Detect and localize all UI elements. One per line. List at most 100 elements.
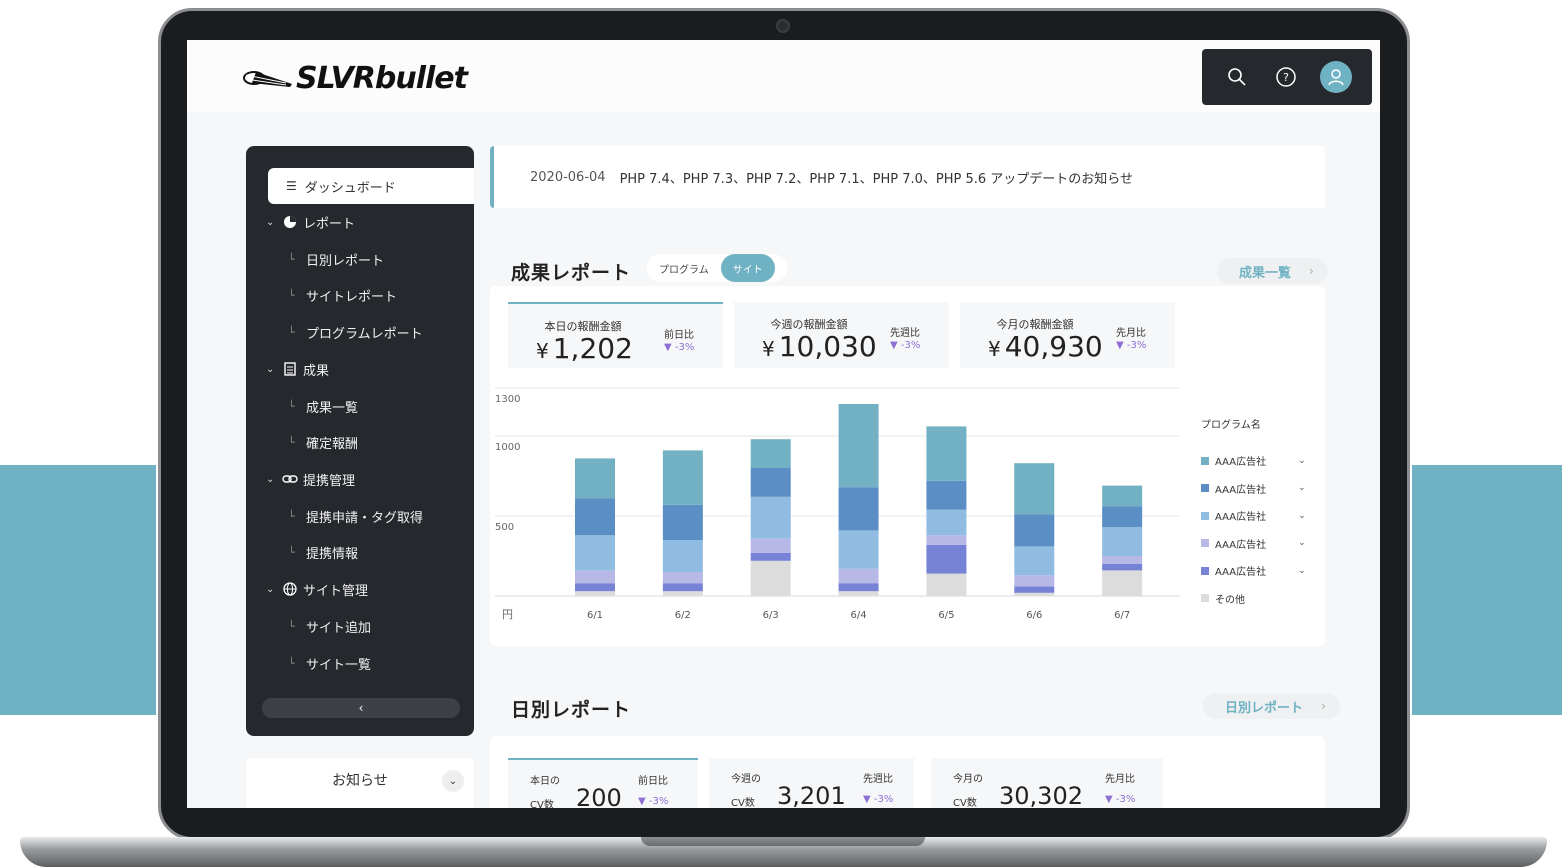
tree-branch-icon: └ (288, 288, 295, 302)
legend-swatch (1201, 594, 1209, 603)
legend-item[interactable]: AAA広告社 ⌄ (1201, 557, 1321, 585)
bar-segment (1102, 570, 1143, 596)
chevron-down-icon[interactable]: ⌄ (1298, 566, 1306, 576)
toggle-site[interactable]: サイト (720, 254, 775, 282)
logo[interactable]: SLVRbullet (242, 58, 468, 98)
legend-item[interactable]: AAA広告社 ⌄ (1201, 447, 1321, 475)
sidebar-item-confirmed-reward[interactable]: └ 確定報酬 (288, 430, 358, 454)
decorative-block-right (1412, 465, 1562, 715)
chevron-down-icon[interactable]: ⌄ (1298, 456, 1306, 466)
tree-branch-icon: └ (288, 619, 295, 633)
sidebar-item-daily-report[interactable]: └ 日別レポート (288, 247, 384, 271)
bar-segment (750, 538, 791, 553)
legend-label: AAA広告社 (1215, 457, 1267, 469)
user-avatar[interactable] (1320, 61, 1353, 93)
help-icon[interactable]: ? (1271, 62, 1301, 92)
kpi-delta: ▼ -3% (1116, 340, 1147, 351)
kpi-label: 今週の (731, 774, 761, 785)
chevron-down-icon[interactable]: ⌄ (1298, 511, 1306, 521)
kpi-today-cv[interactable]: 本日の CV数 200 前日比 ▼ -3% (508, 758, 698, 808)
search-icon[interactable] (1222, 62, 1252, 92)
announcement-bar[interactable]: 2020-06-04 PHP 7.4、PHP 7.3、PHP 7.2、PHP 7… (490, 146, 1325, 208)
sidebar-item-dashboard[interactable]: ☰ ダッシュボード (268, 168, 474, 204)
kpi-value: ¥10,030 (762, 330, 877, 363)
sidebar-item-label: サイト一覧 (306, 657, 372, 673)
toggle-program[interactable]: プログラム (647, 254, 721, 282)
sidebar-item-results-list[interactable]: └ 成果一覧 (288, 394, 358, 418)
bar-segment (838, 568, 879, 584)
announcement-text[interactable]: PHP 7.4、PHP 7.3、PHP 7.2、PHP 7.1、PHP 7.0、… (620, 168, 1133, 187)
kpi-label: 今月の (953, 774, 983, 785)
sidebar-item-site-list[interactable]: └ サイト一覧 (288, 651, 371, 675)
tree-branch-icon: └ (288, 399, 295, 413)
sidebar-item-site-add[interactable]: └ サイト追加 (288, 614, 371, 638)
sidebar-collapse-button[interactable]: ‹ (262, 698, 460, 718)
chevron-down-icon[interactable]: ⌄ (1298, 538, 1306, 548)
link-icon (280, 474, 300, 484)
bar-segment (838, 487, 879, 531)
sidebar-group-results[interactable]: ⌄ 成果 (266, 357, 329, 381)
kpi-week-cv[interactable]: 今週の CV数 3,201 先週比 ▼ -3% (709, 758, 914, 808)
kpi-cv-label: CV数 (953, 798, 977, 808)
chevron-down-icon: ⌄ (266, 473, 275, 485)
sidebar-item-program-report[interactable]: └ プログラムレポート (288, 320, 423, 344)
legend-item[interactable]: その他 (1201, 585, 1321, 613)
bar-segment (1014, 586, 1055, 593)
legend-item[interactable]: AAA広告社 ⌄ (1201, 530, 1321, 558)
sidebar-group-label: サイト管理 (303, 583, 369, 599)
sidebar-group-partnership[interactable]: ⌄ 提携管理 (266, 467, 355, 491)
sidebar-item-label: 日別レポート (306, 253, 385, 269)
chevron-down-icon: ⌄ (266, 216, 275, 228)
menu-lines-icon: ☰ (286, 179, 297, 193)
bar-segment (838, 404, 879, 488)
x-tick-label: 6/5 (938, 610, 954, 621)
kpi-week-reward[interactable]: 今週の報酬金額 ¥10,030 先週比 ▼ -3% (734, 302, 949, 368)
chevron-down-icon: ⌄ (266, 583, 275, 595)
results-list-link[interactable]: 成果一覧 › (1217, 258, 1328, 284)
bar-segment (1102, 485, 1143, 507)
tree-branch-icon: └ (288, 545, 295, 559)
daily-report-link[interactable]: 日別レポート › (1203, 693, 1340, 719)
bullet-logo-icon (243, 71, 292, 87)
bar-segment (575, 535, 615, 571)
legend-item[interactable]: AAA広告社 ⌄ (1201, 475, 1321, 503)
bar-segment (838, 591, 879, 596)
sidebar-item-label: サイトレポート (306, 289, 398, 305)
kpi-month-reward[interactable]: 今月の報酬金額 ¥40,930 先月比 ▼ -3% (960, 302, 1175, 368)
chevron-down-icon[interactable]: ⌄ (1298, 483, 1306, 493)
legend-swatch (1201, 539, 1209, 548)
stacked-bar-chart: 1300 1000 500 円 6/1 6/2 6/3 6/4 6/5 6/6 6/7 (495, 387, 1180, 621)
user-icon (1328, 69, 1345, 86)
y-tick-label: 1300 (495, 394, 520, 405)
sidebar-group-site-management[interactable]: ⌄ サイト管理 (266, 577, 368, 601)
legend-item[interactable]: AAA広告社 ⌄ (1201, 502, 1321, 530)
bar-segment (575, 458, 615, 499)
sidebar-group-report[interactable]: ⌄ レポート (266, 210, 355, 234)
bar-segment (750, 439, 791, 468)
pie-chart-icon (280, 215, 300, 229)
bar-segment (926, 535, 967, 545)
tree-branch-icon: └ (288, 325, 295, 339)
x-tick-label: 6/2 (675, 610, 691, 621)
bar-segment (1014, 463, 1055, 515)
sidebar-item-partnership-info[interactable]: └ 提携情報 (288, 540, 358, 564)
bar-segment (1102, 506, 1143, 528)
daily-report-card: 本日の CV数 200 前日比 ▼ -3% 今週の CV数 3,201 先週比 … (490, 736, 1325, 808)
kpi-month-cv[interactable]: 今月の CV数 30,302 先月比 ▼ -3% (931, 758, 1163, 808)
header-toolbar: ? (1202, 49, 1372, 105)
bar-segment (750, 560, 791, 596)
kpi-value: 3,201 (777, 782, 846, 808)
x-tick-label: 6/1 (587, 610, 603, 621)
kpi-delta: ▼ -3% (890, 340, 921, 351)
chevron-down-icon[interactable]: ⌄ (442, 770, 464, 792)
results-report-title: 成果レポート (511, 262, 632, 284)
bar-segment (1014, 546, 1055, 576)
notice-panel[interactable]: お知らせ ⌄ (246, 758, 474, 808)
bar-segment (1014, 575, 1055, 587)
sidebar-item-partnership-apply[interactable]: └ 提携申請・タグ取得 (288, 504, 423, 528)
kpi-today-reward[interactable]: 本日の報酬金額 ¥1,202 前日比 ▼ -3% (508, 302, 723, 368)
bar-segment (750, 468, 791, 497)
bar-segment (662, 450, 703, 505)
sidebar-item-site-report[interactable]: └ サイトレポート (288, 283, 397, 307)
laptop-notch (641, 837, 925, 846)
